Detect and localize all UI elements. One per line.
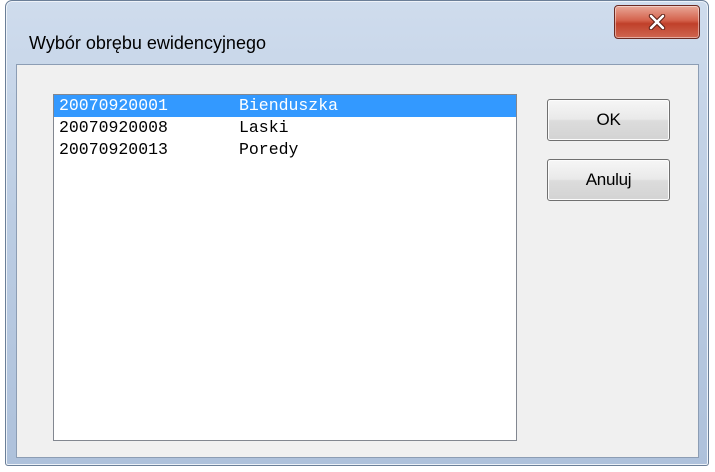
- list-item-code: 20070920008: [59, 118, 168, 137]
- dialog-client-area: 20070920001 Bienduszka 20070920008 Laski 2…: [16, 64, 699, 458]
- close-icon: [646, 14, 668, 30]
- title-bar[interactable]: Wybór obrębu ewidencyjnego: [6, 1, 708, 61]
- list-item-code: 20070920001: [59, 96, 168, 115]
- list-item[interactable]: 20070920013 Poredy: [54, 139, 516, 161]
- cancel-button[interactable]: Anuluj: [547, 159, 670, 201]
- ok-button[interactable]: OK: [547, 99, 670, 141]
- list-item-name: Laski: [239, 118, 289, 137]
- close-button[interactable]: [614, 5, 700, 39]
- dialog-window: Wybór obrębu ewidencyjnego 20070920001 Bi…: [5, 0, 709, 466]
- list-item-name: Poredy: [239, 140, 299, 159]
- list-item[interactable]: 20070920001 Bienduszka: [54, 95, 516, 117]
- window-title: Wybór obrębu ewidencyjnego: [29, 33, 266, 53]
- list-item-name: Bienduszka: [239, 96, 339, 115]
- precinct-listbox[interactable]: 20070920001 Bienduszka 20070920008 Laski 2…: [53, 94, 517, 441]
- list-item[interactable]: 20070920008 Laski: [54, 117, 516, 139]
- list-item-code: 20070920013: [59, 140, 168, 159]
